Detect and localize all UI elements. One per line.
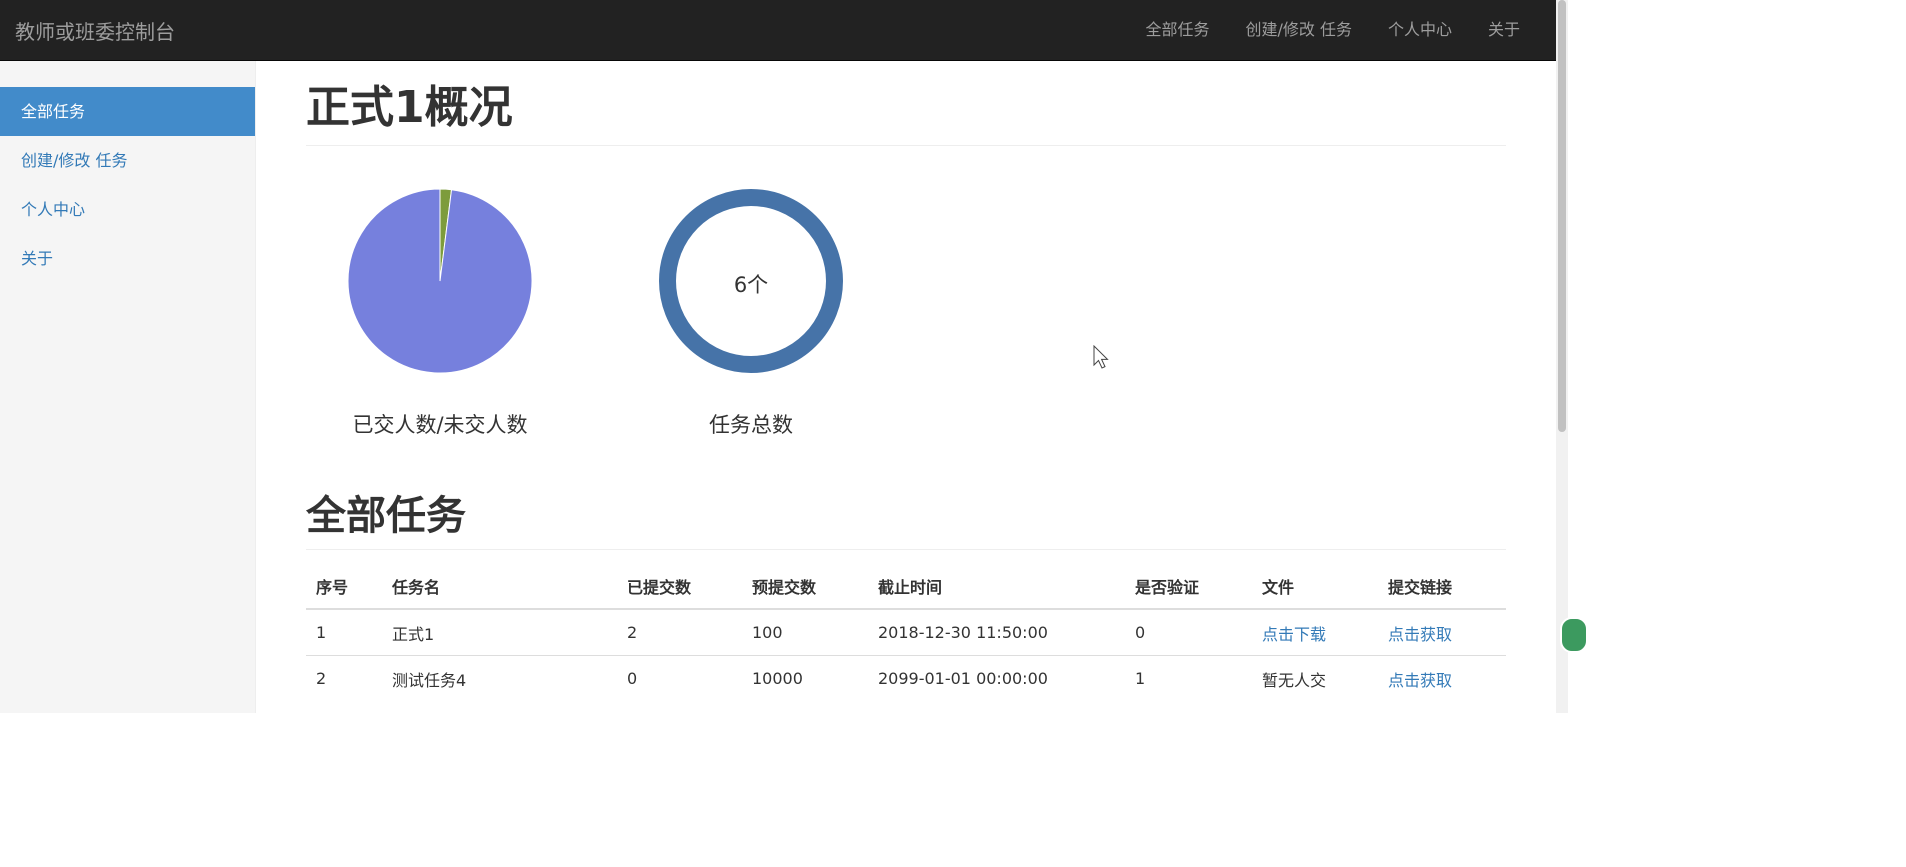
cell-index: 2	[306, 655, 382, 701]
col-deadline: 截止时间	[868, 564, 1125, 610]
cell-deadline: 2018-12-30 11:50:00	[868, 608, 1125, 656]
cell-deadline: 2099-01-01 00:00:00	[868, 655, 1125, 701]
submission-pie	[347, 188, 533, 374]
submission-chart-label: 已交人数/未交人数	[352, 413, 528, 437]
col-index: 序号	[306, 564, 382, 610]
nav-link-edit-task[interactable]: 创建/修改 任务	[1227, 0, 1369, 60]
sidebar-item-about[interactable]: 关于	[0, 234, 255, 283]
cell-expected: 10000	[742, 655, 868, 701]
vertical-scrollbar[interactable]	[1556, 0, 1568, 713]
cell-verify: 0	[1125, 608, 1252, 656]
cell-file: 点击下载	[1252, 608, 1378, 656]
pie-slice-1	[347, 188, 533, 374]
sidebar-item-profile[interactable]: 个人中心	[0, 185, 255, 234]
col-expected: 预提交数	[742, 564, 868, 610]
cell-file: 暂无人交	[1252, 655, 1378, 701]
task-count-label: 任务总数	[709, 413, 793, 437]
task-count-donut: 6个	[659, 189, 843, 373]
main-content: 正式1概况 已交人数/未交人数 6个 任务总数 全部任务 序号 任务名 已提交数…	[306, 61, 1506, 701]
navbar-brand[interactable]: 教师或班委控制台	[15, 16, 175, 45]
cell-expected: 100	[742, 608, 868, 656]
cell-submitted: 0	[617, 655, 742, 701]
cell-task-name: 测试任务4	[382, 655, 617, 701]
mouse-cursor-icon	[1093, 345, 1109, 369]
top-navbar: 教师或班委控制台 全部任务 创建/修改 任务 个人中心 关于	[0, 0, 1556, 61]
nav-link-all-tasks[interactable]: 全部任务	[1127, 0, 1227, 60]
task-count-value: 6个	[734, 273, 768, 297]
cell-task-name: 正式1	[382, 608, 617, 656]
cell-submitted: 2	[617, 608, 742, 656]
cell-verify: 1	[1125, 655, 1252, 701]
cell-submit-link: 点击获取	[1378, 655, 1506, 701]
submission-chart: 已交人数/未交人数	[340, 181, 540, 439]
col-file: 文件	[1252, 564, 1378, 610]
table-header-row: 序号 任务名 已提交数 预提交数 截止时间 是否验证 文件 提交链接	[306, 564, 1506, 610]
sidebar: 全部任务 创建/修改 任务 个人中心 关于	[0, 61, 256, 713]
scrollbar-thumb[interactable]	[1558, 0, 1566, 432]
task-count-chart: 6个 任务总数	[651, 181, 851, 439]
sidebar-item-all-tasks[interactable]: 全部任务	[0, 87, 255, 136]
sidebar-item-edit-task[interactable]: 创建/修改 任务	[0, 136, 255, 185]
navbar-links: 全部任务 创建/修改 任务 个人中心 关于	[1127, 0, 1538, 60]
table-row: 1 正式1 2 100 2018-12-30 11:50:00 0 点击下载 点…	[306, 608, 1506, 656]
cell-index: 1	[306, 608, 382, 656]
get-link[interactable]: 点击获取	[1388, 625, 1452, 644]
nav-link-profile[interactable]: 个人中心	[1370, 0, 1470, 60]
col-submit-link: 提交链接	[1378, 564, 1506, 610]
tasks-table: 序号 任务名 已提交数 预提交数 截止时间 是否验证 文件 提交链接 1 正式1…	[306, 564, 1506, 701]
tasks-section-title: 全部任务	[306, 491, 1506, 550]
get-link[interactable]: 点击获取	[1388, 671, 1452, 690]
overview-title: 正式1概况	[306, 61, 1506, 146]
download-link[interactable]: 点击下载	[1262, 625, 1326, 644]
nav-link-about[interactable]: 关于	[1470, 0, 1538, 60]
floating-badge-icon[interactable]	[1560, 617, 1588, 653]
cell-submit-link: 点击获取	[1378, 608, 1506, 656]
col-verify: 是否验证	[1125, 564, 1252, 610]
col-task-name: 任务名	[382, 564, 617, 610]
col-submitted: 已提交数	[617, 564, 742, 610]
table-row: 2 测试任务4 0 10000 2099-01-01 00:00:00 1 暂无…	[306, 655, 1506, 701]
